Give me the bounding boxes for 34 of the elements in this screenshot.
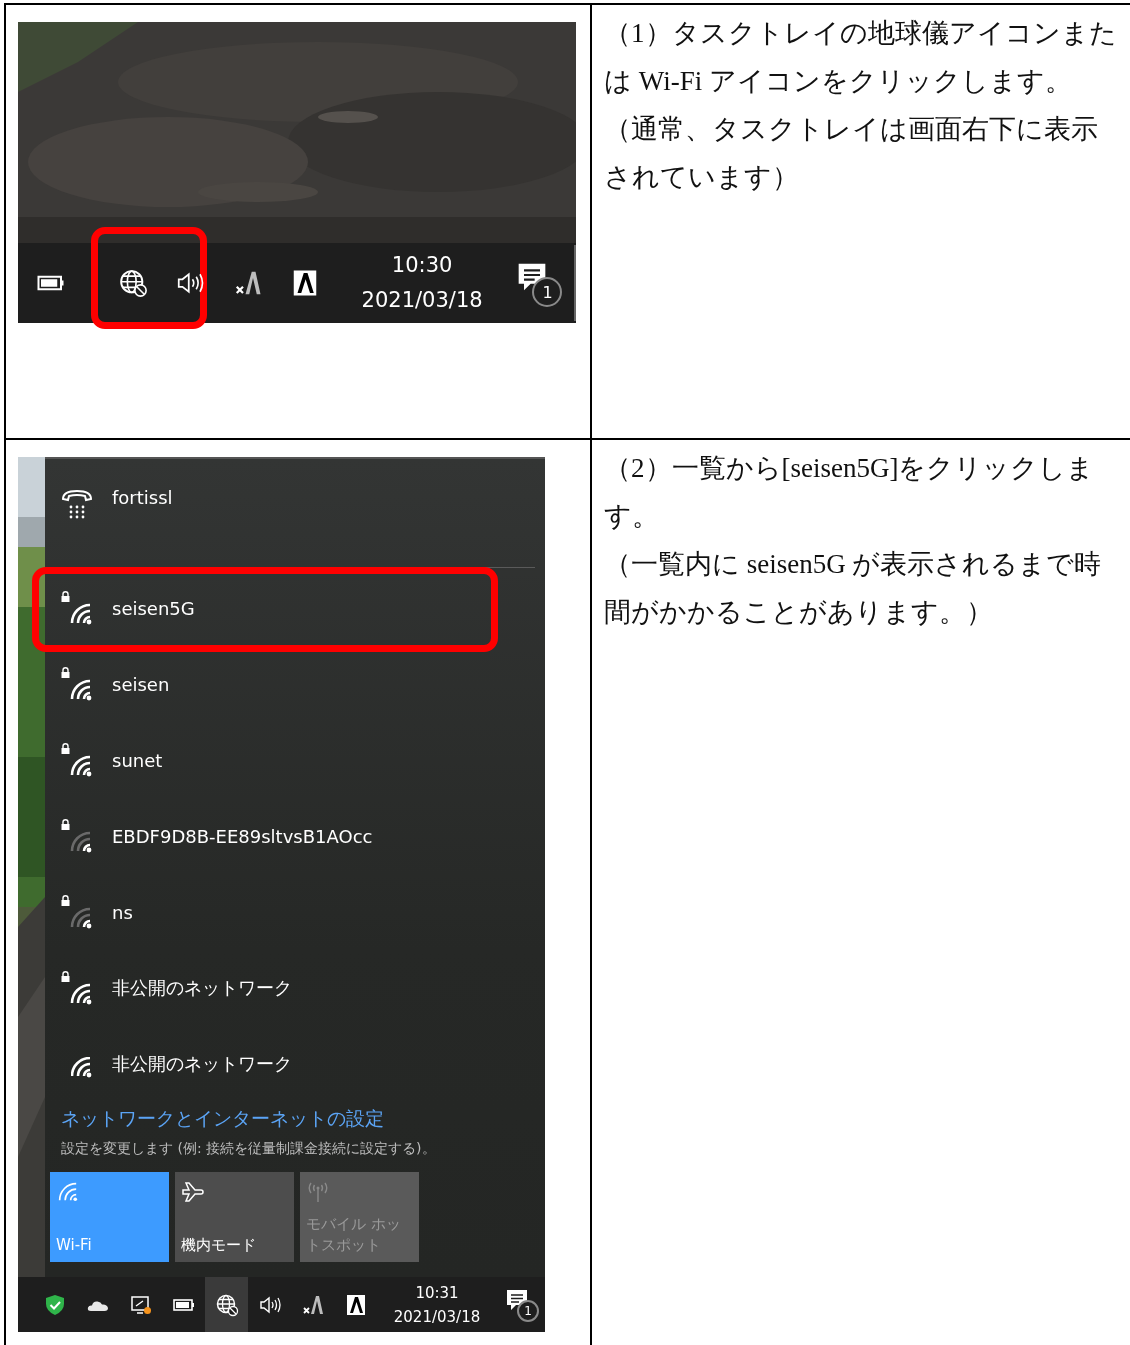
notification-badge: 1 — [532, 277, 563, 307]
clock-time: 10:31 — [415, 1282, 459, 1304]
hotspot-icon — [306, 1180, 330, 1204]
network-item[interactable]: sunet — [45, 722, 545, 798]
instruction-text: （2）一覧から[seisen5G]をクリックします。 — [604, 452, 1096, 533]
network-name: sunet — [112, 749, 163, 771]
network-name: 非公開のネットワーク — [112, 976, 292, 1000]
settings-description: 設定を変更します (例: 接続を従量制課金接続に設定する)。 — [61, 1140, 437, 1158]
globe-icon[interactable] — [117, 268, 148, 298]
network-item[interactable]: EBDF9D8B-EE89sltvsB1AOcc — [45, 798, 545, 874]
airplane-icon — [181, 1180, 205, 1204]
network-name: 非公開のネットワーク — [112, 1052, 292, 1076]
network-item[interactable]: seisen — [45, 646, 545, 722]
network-item[interactable]: seisen5G — [45, 570, 545, 646]
network-item[interactable]: ns — [45, 874, 545, 950]
settings-link[interactable]: ネットワークとインターネットの設定 — [61, 1106, 545, 1132]
instruction-text: （1）タスクトレイの地球儀アイコンまたは Wi-Fi アイコンをクリックします。 — [604, 17, 1118, 98]
globe-icon[interactable] — [214, 1292, 239, 1317]
network-name: EBDF9D8B-EE89sltvsB1AOcc — [112, 825, 373, 847]
network-item[interactable]: fortissl — [45, 459, 545, 555]
instruction-text: （通常、タスクトレイは画面右下に表示されています） — [604, 113, 1099, 194]
network-item[interactable]: 非公開のネットワーク — [45, 950, 545, 1026]
wifi-icon — [56, 1180, 78, 1202]
clock-date: 2021/03/18 — [361, 287, 483, 314]
clock-date: 2021/03/18 — [393, 1306, 481, 1328]
network-item[interactable]: 非公開のネットワーク — [45, 1026, 545, 1102]
instruction-text: （一覧内に seisen5G が表示されるまで時間がかかることがあります。） — [604, 548, 1103, 629]
network-name: ns — [112, 901, 133, 923]
quick-action-tile[interactable]: 機内モード — [175, 1172, 294, 1262]
network-name: fortissl — [112, 487, 173, 508]
network-name: seisen — [112, 673, 170, 695]
clock-time: 10:30 — [391, 252, 453, 279]
network-name: seisen5G — [112, 597, 195, 619]
notification-badge: 1 — [517, 1299, 539, 1322]
